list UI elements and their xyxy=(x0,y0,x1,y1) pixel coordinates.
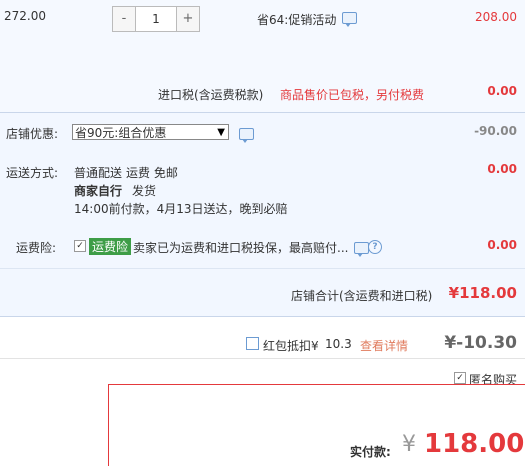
store-discount-label: 店铺优惠: xyxy=(6,127,59,141)
shipping-seller: 商家自行 xyxy=(74,184,123,198)
item-subtotal: 208.00 xyxy=(475,10,517,24)
quantity-stepper[interactable]: - 1 + xyxy=(112,6,200,32)
divider xyxy=(0,358,525,359)
payment-currency: ¥ xyxy=(402,432,416,457)
shipping-label: 运送方式: xyxy=(6,166,59,180)
chat-icon[interactable] xyxy=(354,242,369,257)
insurance-badge: 运费险 xyxy=(89,238,132,255)
red-packet-value: ¥-10.30 xyxy=(444,333,517,353)
payment-amount: 118.00 xyxy=(424,429,525,459)
delivery-estimate: 14:00前付款，4月13日送达，晚到必赔 xyxy=(74,202,288,216)
decrease-button[interactable]: - xyxy=(113,7,135,31)
insurance-value: 0.00 xyxy=(487,238,517,252)
increase-button[interactable]: + xyxy=(177,7,199,31)
shipping-method: 普通配送 xyxy=(74,166,123,180)
import-tax-label: 进口税(含运费税款) xyxy=(158,88,264,102)
chevron-down-icon: ▼ xyxy=(217,127,225,138)
unit-price: 272.00 xyxy=(4,9,46,23)
red-packet-checkbox[interactable] xyxy=(246,337,259,350)
chat-icon[interactable] xyxy=(239,128,254,143)
import-tax-note: 商品售价已包税，另付税费 xyxy=(280,88,425,102)
red-packet-label: 红包抵扣¥ xyxy=(263,339,319,353)
insurance-desc: 卖家已为运费和进口税投保，最高赔付... xyxy=(133,241,349,255)
help-icon[interactable]: ? xyxy=(368,240,382,254)
divider xyxy=(0,268,525,269)
shipping-dispatch: 发货 xyxy=(132,184,157,198)
details-link[interactable]: 查看详情 xyxy=(360,337,408,354)
shipping-value: 0.00 xyxy=(487,162,517,176)
quantity-input[interactable]: 1 xyxy=(135,7,177,31)
import-tax-value: 0.00 xyxy=(487,84,517,98)
discount-select[interactable]: 省90元:组合优惠 ▼ xyxy=(72,124,229,140)
promo-text: 省64:促销活动 xyxy=(257,13,337,27)
anonymous-checkbox[interactable]: ✓ xyxy=(454,372,466,384)
store-total-value: ¥118.00 xyxy=(448,284,517,302)
insurance-label: 运费险: xyxy=(16,241,57,255)
shipping-fee: 运费 免邮 xyxy=(126,166,178,180)
store-discount-value: -90.00 xyxy=(474,124,517,138)
store-total-label: 店铺合计(含运费和进口税) xyxy=(291,289,433,303)
insurance-checkbox[interactable]: ✓ xyxy=(74,240,86,252)
payment-label: 实付款: xyxy=(350,445,391,459)
chat-icon[interactable] xyxy=(342,12,357,27)
red-packet-amount: 10.3 xyxy=(325,337,352,351)
discount-selected: 省90元:组合优惠 xyxy=(75,126,167,140)
divider xyxy=(0,316,525,317)
